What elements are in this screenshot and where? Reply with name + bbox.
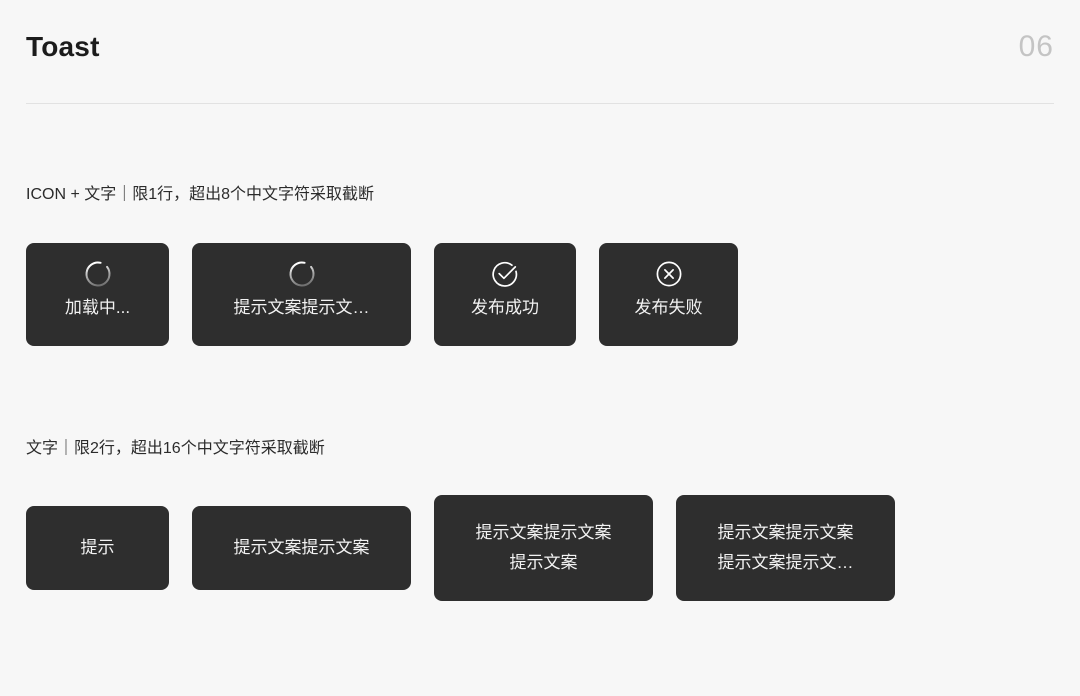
header-divider (26, 103, 1054, 104)
page-number: 06 (1018, 30, 1054, 63)
close-circle-icon (654, 259, 684, 289)
section-label-text-only: 文字｜限2行，超出16个中文字符采取截断 (26, 440, 325, 457)
loading-spinner-icon (83, 259, 113, 289)
toast-label: 发布成功 (471, 298, 539, 317)
toast-label: 提示文案提示文… (233, 298, 370, 317)
toast-label: 发布失败 (634, 298, 703, 317)
toast-text-one-line[interactable]: 提示文案提示文案 (192, 506, 411, 590)
toast-failure[interactable]: 发布失败 (599, 243, 738, 346)
toast-spec-page: Toast 06 ICON + 文字｜限1行，超出8个中文字符采取截断 加载中.… (0, 0, 1080, 696)
toast-loading-truncated[interactable]: 提示文案提示文… (192, 243, 411, 346)
toast-success[interactable]: 发布成功 (434, 243, 576, 346)
toast-label: 提示文案提示文案 (233, 538, 370, 557)
toast-loading-short[interactable]: 加载中... (26, 243, 169, 346)
toast-row-icon-text: 加载中... 提示文案提示文… 发布成功 发布失败 (26, 243, 738, 346)
toast-label: 提示文案提示文案 提示文案提示文… (717, 523, 854, 572)
toast-text-short[interactable]: 提示 (26, 506, 169, 590)
toast-label: 加载中... (64, 298, 131, 317)
loading-spinner-icon (287, 259, 317, 289)
section-label-icon-text: ICON + 文字｜限1行，超出8个中文字符采取截断 (26, 186, 375, 203)
page-title: Toast (26, 31, 100, 62)
check-circle-icon (490, 259, 520, 289)
toast-row-text-only: 提示 提示文案提示文案 提示文案提示文案 提示文案 提示文案提示文案 提示文案提… (26, 495, 895, 601)
toast-label: 提示 (80, 538, 115, 557)
toast-text-two-line-truncated[interactable]: 提示文案提示文案 提示文案提示文… (676, 495, 895, 601)
page-header: Toast 06 (26, 28, 1054, 104)
toast-text-two-line[interactable]: 提示文案提示文案 提示文案 (434, 495, 653, 601)
toast-label: 提示文案提示文案 提示文案 (475, 523, 612, 572)
